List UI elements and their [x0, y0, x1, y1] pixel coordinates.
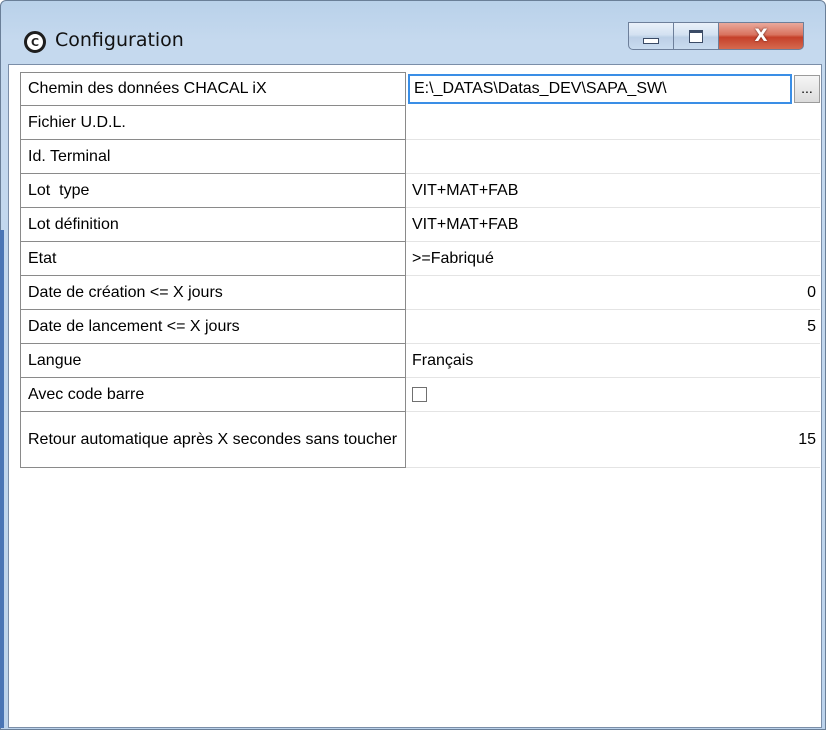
setting-value[interactable]: Français: [406, 344, 820, 378]
setting-value[interactable]: VIT+MAT+FAB: [406, 174, 820, 208]
setting-value[interactable]: 0: [406, 276, 820, 310]
setting-row-date-creation[interactable]: Date de création <= X jours 0: [20, 276, 820, 310]
close-icon: X: [754, 26, 768, 46]
setting-row-date-lancement[interactable]: Date de lancement <= X jours 5: [20, 310, 820, 344]
maximize-icon: [689, 29, 703, 43]
setting-label: Fichier U.D.L.: [20, 106, 406, 140]
setting-value[interactable]: [406, 106, 820, 140]
window-title: Configuration: [55, 29, 184, 51]
setting-row-fichier-udl[interactable]: Fichier U.D.L.: [20, 106, 820, 140]
setting-value[interactable]: VIT+MAT+FAB: [406, 208, 820, 242]
setting-editor: E:\_DATAS\Datas_DEV\SAPA_SW\ ...: [406, 72, 820, 106]
property-grid: Chemin des données CHACAL iX E:\_DATAS\D…: [20, 72, 820, 468]
setting-label: Langue: [20, 344, 406, 378]
panel-left-edge: [0, 230, 4, 728]
browse-button[interactable]: ...: [794, 75, 820, 103]
setting-label: Etat: [20, 242, 406, 276]
setting-row-id-terminal[interactable]: Id. Terminal: [20, 140, 820, 174]
setting-value[interactable]: 5: [406, 310, 820, 344]
setting-row-code-barre[interactable]: Avec code barre: [20, 378, 820, 412]
minimize-button[interactable]: [628, 22, 674, 50]
setting-row-retour-automatique[interactable]: Retour automatique après X secondes sans…: [20, 412, 820, 468]
app-icon[interactable]: C: [24, 31, 46, 53]
setting-value[interactable]: [406, 140, 820, 174]
setting-value: [406, 378, 820, 412]
minimize-icon: [643, 38, 659, 44]
setting-label: Lot définition: [20, 208, 406, 242]
setting-label: Id. Terminal: [20, 140, 406, 174]
maximize-button[interactable]: [674, 22, 719, 50]
setting-label: Date de création <= X jours: [20, 276, 406, 310]
setting-row-etat[interactable]: Etat >=Fabriqué: [20, 242, 820, 276]
setting-value[interactable]: >=Fabriqué: [406, 242, 820, 276]
barcode-checkbox[interactable]: [412, 387, 427, 402]
title-bar[interactable]: C Configuration X: [1, 1, 825, 59]
setting-label: Retour automatique après X secondes sans…: [20, 412, 406, 468]
setting-label: Date de lancement <= X jours: [20, 310, 406, 344]
caption-buttons: X: [628, 22, 804, 50]
data-path-input[interactable]: E:\_DATAS\Datas_DEV\SAPA_SW\: [408, 74, 792, 104]
setting-label: Lot type: [20, 174, 406, 208]
setting-label: Chemin des données CHACAL iX: [20, 72, 406, 106]
setting-value[interactable]: 15: [406, 412, 820, 468]
setting-row-lot-definition[interactable]: Lot définition VIT+MAT+FAB: [20, 208, 820, 242]
close-button[interactable]: X: [719, 22, 804, 50]
setting-label: Avec code barre: [20, 378, 406, 412]
setting-row-langue[interactable]: Langue Français: [20, 344, 820, 378]
setting-row-lot-type[interactable]: Lot type VIT+MAT+FAB: [20, 174, 820, 208]
setting-row-chemin-donnees[interactable]: Chemin des données CHACAL iX E:\_DATAS\D…: [20, 72, 820, 106]
